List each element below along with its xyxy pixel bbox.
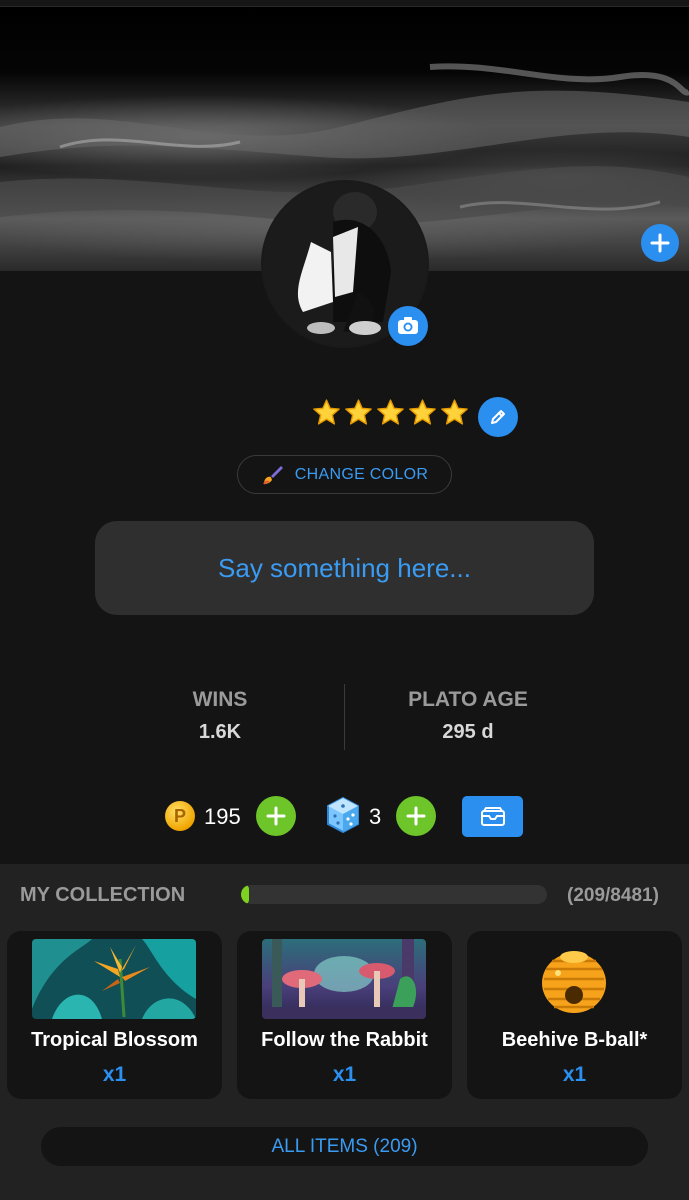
star-icon bbox=[377, 399, 404, 425]
collection-item-name: Beehive B-ball* bbox=[501, 1029, 648, 1051]
pencil-icon bbox=[491, 410, 505, 424]
change-avatar-button[interactable] bbox=[388, 306, 428, 346]
collection-panel: MY COLLECTION (209/8481) Tropical Blosso… bbox=[0, 864, 689, 1200]
collection-item-card[interactable]: Follow the Rabbit x1 bbox=[237, 931, 452, 1099]
tropical-blossom-image bbox=[32, 939, 196, 1019]
buy-dice-button[interactable] bbox=[396, 796, 436, 836]
collection-item-name: Tropical Blossom bbox=[31, 1029, 198, 1051]
currency-row: P 195 3 bbox=[0, 796, 689, 838]
star-icon bbox=[313, 399, 340, 425]
collection-item-card[interactable]: Tropical Blossom x1 bbox=[7, 931, 222, 1099]
buy-coins-button[interactable] bbox=[256, 796, 296, 836]
collection-progress-fill bbox=[241, 885, 249, 904]
beehive-ball-icon bbox=[542, 951, 606, 1013]
cover-add-button[interactable] bbox=[641, 224, 679, 262]
plus-icon bbox=[266, 806, 286, 826]
stat-plato-age: PLATO AGE 295 d bbox=[358, 688, 578, 744]
camera-icon bbox=[398, 317, 418, 334]
collection-item-qty: x1 bbox=[332, 1063, 357, 1086]
plus-icon bbox=[650, 233, 670, 253]
star-icon bbox=[441, 399, 468, 425]
all-items-button[interactable]: ALL ITEMS (209) bbox=[41, 1127, 648, 1166]
paintbrush-icon bbox=[262, 465, 283, 485]
stat-wins: WINS 1.6K bbox=[110, 688, 330, 744]
coin-balance: 195 bbox=[204, 804, 241, 829]
collection-progress-bar bbox=[241, 885, 547, 904]
dice-balance: 3 bbox=[369, 804, 382, 829]
stat-divider bbox=[344, 684, 345, 750]
change-color-label: CHANGE COLOR bbox=[294, 465, 429, 483]
change-color-button[interactable]: CHANGE COLOR bbox=[237, 455, 452, 494]
collection-item-name: Follow the Rabbit bbox=[261, 1029, 428, 1051]
top-bar bbox=[0, 0, 689, 7]
coin-symbol: P bbox=[173, 805, 186, 826]
collection-title: MY COLLECTION bbox=[20, 884, 186, 906]
follow-the-rabbit-thumbnail bbox=[262, 939, 426, 1019]
stat-plato-age-value: 295 d bbox=[442, 721, 494, 743]
wallet-icon bbox=[480, 806, 505, 826]
stat-wins-value: 1.6K bbox=[198, 721, 242, 743]
edit-profile-button[interactable] bbox=[478, 397, 518, 437]
coin-icon: P bbox=[165, 801, 195, 831]
collection-item-card[interactable]: Beehive B-ball* x1 bbox=[467, 931, 682, 1099]
status-placeholder: Say something here... bbox=[218, 552, 471, 583]
tropical-blossom-thumbnail bbox=[32, 939, 196, 1019]
collection-item-qty: x1 bbox=[562, 1063, 587, 1086]
follow-the-rabbit-image bbox=[262, 939, 426, 1019]
wallet-button[interactable] bbox=[462, 796, 523, 837]
rating-stars bbox=[312, 398, 469, 427]
star-icon bbox=[345, 399, 372, 425]
beehive-bball-thumbnail bbox=[492, 939, 656, 1019]
collection-count: (209/8481) bbox=[567, 885, 659, 906]
collection-item-qty: x1 bbox=[102, 1063, 127, 1086]
all-items-label: ALL ITEMS (209) bbox=[271, 1135, 418, 1157]
star-icon bbox=[409, 399, 436, 425]
stat-wins-label: WINS bbox=[192, 688, 248, 711]
dice-icon bbox=[327, 796, 359, 834]
status-message-input[interactable]: Say something here... bbox=[95, 521, 594, 615]
stat-plato-age-label: PLATO AGE bbox=[408, 688, 528, 711]
plus-icon bbox=[406, 806, 426, 826]
